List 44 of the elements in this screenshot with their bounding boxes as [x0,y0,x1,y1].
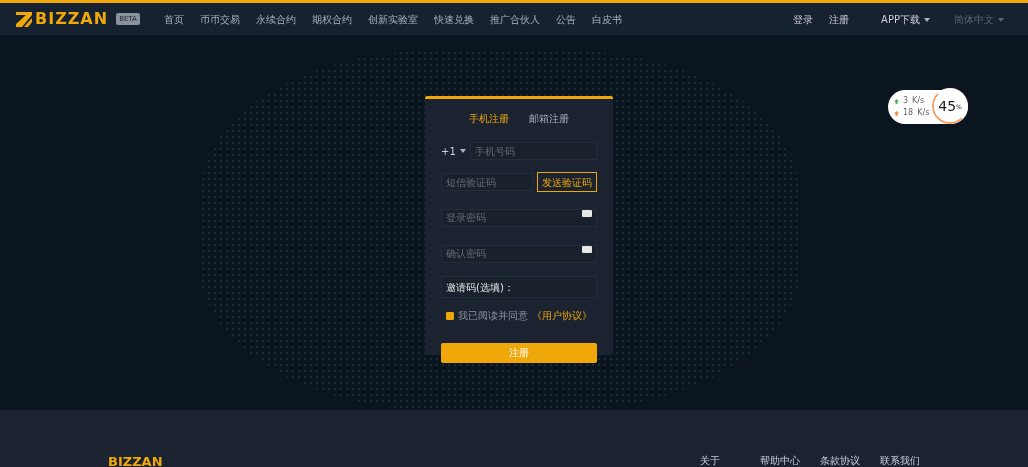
speed-unit: K/s [912,95,925,107]
sms-code-field[interactable]: 短信验证码 [441,173,533,191]
nav-link[interactable]: 推广合伙人 [489,11,540,27]
caret-icon [998,17,1004,22]
user-agreement-link[interactable]: 《用户协议》 [532,308,592,323]
nav-link[interactable]: 创新实验室 [367,11,418,27]
confirm-password-field[interactable]: 确认密码 [441,244,597,263]
phone-field[interactable]: 手机号码 [469,142,597,160]
nav-link[interactable]: 首页 [163,11,184,27]
app-download-menu[interactable]: APP下载 [881,11,930,27]
nav-link[interactable]: 期权合约 [311,11,352,27]
invite-code-label: 邀请码(选填)： [446,280,514,295]
eye-toggle-icon[interactable] [582,210,592,217]
footer-link[interactable]: 关于 [700,453,760,467]
logo-text: BIZZAN [35,8,109,30]
percent-value: 45 [938,96,957,116]
footer-link[interactable]: 条款协议 [820,453,880,467]
nav-link[interactable]: 白皮书 [591,11,622,27]
speed-unit: K/s [917,107,930,119]
caret-icon [924,17,930,22]
agree-text: 我已阅读并同意 [458,309,528,323]
nav-link[interactable]: 永续合约 [255,11,296,27]
footer-link[interactable]: 帮助中心 [760,453,820,467]
login-link[interactable]: 登录 [793,11,814,27]
nav-link[interactable]: 币币交易 [199,11,240,27]
register-tab[interactable]: 手机注册 [463,111,515,126]
upload-arrow-icon [894,98,899,104]
register-tab[interactable]: 邮箱注册 [523,111,575,126]
nav-link[interactable]: 公告 [555,11,576,27]
caret-icon [459,149,466,153]
password-field[interactable]: 登录密码 [441,208,597,227]
download-arrow-icon [894,110,899,116]
register-link[interactable]: 注册 [829,11,850,27]
speed-value: 3 [903,95,909,107]
send-code-button[interactable]: 发送验证码 [537,172,597,192]
eye-toggle-icon[interactable] [582,246,592,253]
invite-code-field[interactable]: 邀请码(选填)： [441,276,597,298]
nav-link[interactable]: 快速兑换 [433,11,474,27]
logo-icon [16,11,32,27]
footer-logo: BIZZAN [108,456,163,467]
agree-checkbox[interactable] [446,311,454,320]
footer-link[interactable]: 联系我们 [880,453,940,467]
speed-value: 18 [903,107,914,119]
country-code-select[interactable]: +1 [441,143,466,159]
